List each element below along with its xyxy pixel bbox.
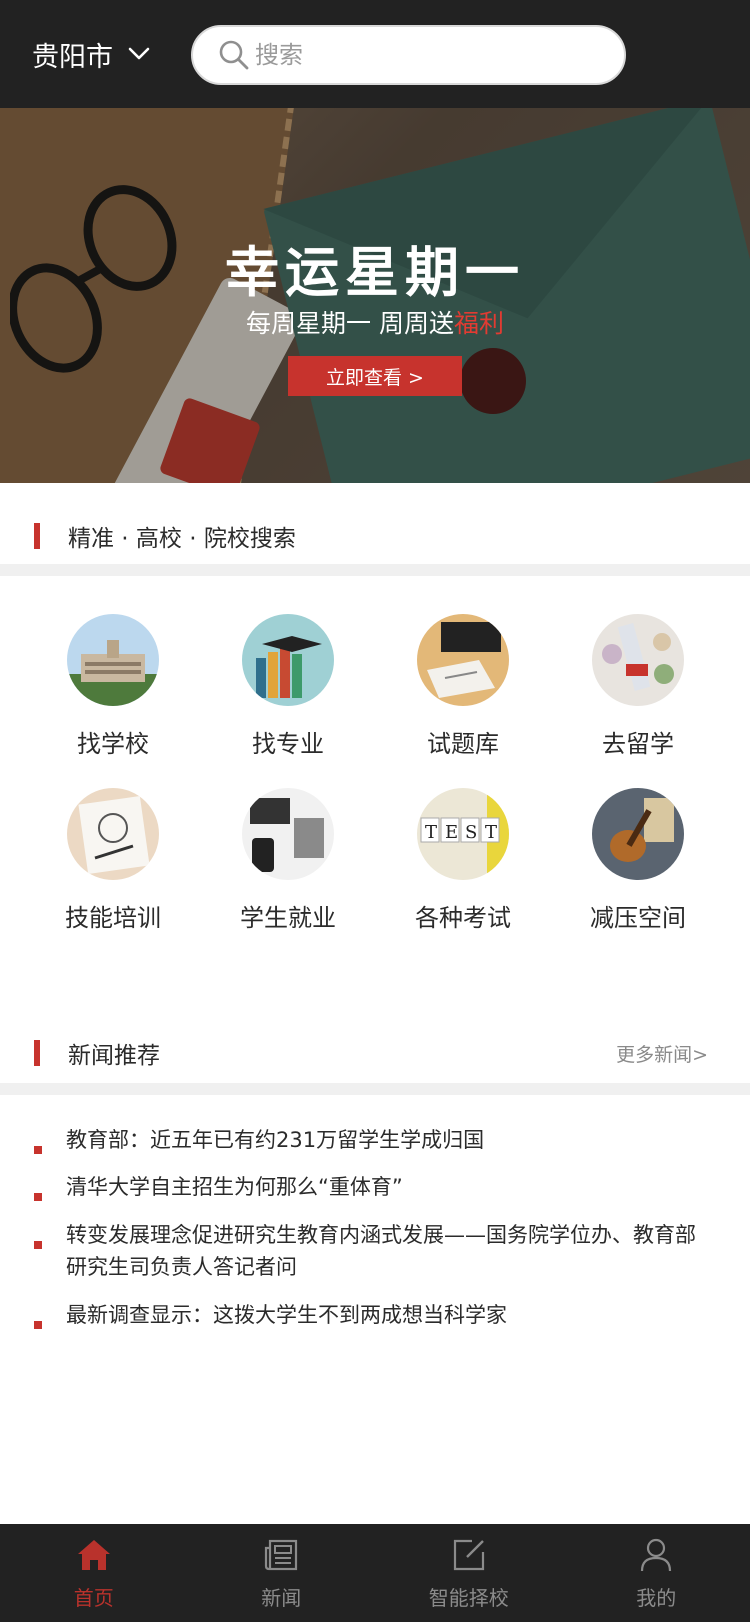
grid-item-label: 去留学 xyxy=(602,730,674,758)
section-accent-bar xyxy=(34,1040,40,1066)
tab-label: 新闻 xyxy=(261,1586,302,1610)
city-selector[interactable]: 贵阳市 xyxy=(32,32,151,76)
section-title: 精准 · 高校 · 院校搜索 xyxy=(68,526,296,552)
grid-item-label: 找学校 xyxy=(77,730,149,758)
tab-smart-school-select[interactable]: 智能择校 xyxy=(375,1524,563,1622)
svg-text:T: T xyxy=(485,822,497,843)
grid-item-label: 学生就业 xyxy=(240,904,336,932)
sketch-notebook-icon xyxy=(67,788,159,880)
edit-square-icon xyxy=(453,1539,484,1571)
search-input[interactable] xyxy=(255,41,595,69)
school-search-section-header: 精准 · 高校 · 院校搜索 xyxy=(0,506,750,566)
grid-item-find-school[interactable]: 找学校 xyxy=(38,614,188,759)
svg-text:E: E xyxy=(445,822,458,843)
grid-item-label: 减压空间 xyxy=(590,904,686,932)
news-item[interactable]: 转变发展理念促进研究生教育内涵式发展——国务院学位办、教育部研究生司负责人答记者… xyxy=(34,1219,724,1283)
news-headline: 最新调查显示：这拨大学生不到两成想当科学家 xyxy=(66,1303,507,1327)
tab-news[interactable]: 新闻 xyxy=(188,1524,376,1622)
grid-item-student-employment[interactable]: 学生就业 xyxy=(213,788,363,933)
grid-item-relax-space[interactable]: 减压空间 xyxy=(563,788,713,933)
chevron-down-icon xyxy=(128,47,150,60)
grid-item-label: 各种考试 xyxy=(415,904,511,932)
news-item[interactable]: 教育部：近五年已有约231万留学生学成归国 xyxy=(34,1124,724,1156)
search-icon xyxy=(219,40,249,70)
news-item[interactable]: 清华大学自主招生为何那么“重体育” xyxy=(34,1171,724,1203)
top-header: 贵阳市 xyxy=(0,0,750,108)
search-bar[interactable] xyxy=(191,25,626,85)
tab-label: 智能择校 xyxy=(428,1586,509,1610)
banner-subtitle-highlight: 福利 xyxy=(453,309,504,338)
news-headline: 清华大学自主招生为何那么“重体育” xyxy=(66,1175,403,1199)
city-label: 贵阳市 xyxy=(32,41,113,73)
laptop-workspace-icon xyxy=(242,788,334,880)
bottom-tab-bar: 首页 新闻 智能择校 我的 xyxy=(0,1524,750,1622)
banner-subtitle: 每周星期一 周周送福利 xyxy=(246,309,504,338)
banner-title: 幸运星期一 xyxy=(225,241,525,304)
bullet-icon xyxy=(34,1241,42,1249)
grid-item-skill-training[interactable]: 技能培训 xyxy=(38,788,188,933)
svg-text:S: S xyxy=(465,822,477,843)
grid-item-study-abroad[interactable]: 去留学 xyxy=(563,614,713,759)
tab-profile[interactable]: 我的 xyxy=(563,1524,750,1622)
tab-home[interactable]: 首页 xyxy=(0,1524,188,1622)
promo-banner[interactable]: 幸运星期一 每周星期一 周周送福利 立即查看 > xyxy=(0,108,750,483)
test-letters-icon: T E S T xyxy=(417,788,509,880)
diploma-flowers-icon xyxy=(592,614,684,706)
divider xyxy=(0,1083,750,1095)
bullet-icon xyxy=(34,1193,42,1201)
grid-item-label: 技能培训 xyxy=(65,904,161,932)
section-accent-bar xyxy=(34,523,40,549)
grid-item-label: 找专业 xyxy=(252,730,324,758)
view-now-button[interactable]: 立即查看 > xyxy=(288,356,462,396)
news-section-header: 新闻推荐 更多新闻> xyxy=(0,1023,750,1083)
more-news-link[interactable]: 更多新闻> xyxy=(616,1040,708,1067)
desk-papers-icon xyxy=(417,614,509,706)
campus-building-icon xyxy=(67,614,159,706)
divider xyxy=(0,564,750,576)
svg-text:T: T xyxy=(425,822,437,843)
grid-item-label: 试题库 xyxy=(427,730,499,758)
home-icon xyxy=(77,1540,110,1570)
section-title: 新闻推荐 xyxy=(68,1043,160,1069)
grid-item-find-major[interactable]: 找专业 xyxy=(213,614,363,759)
bullet-icon xyxy=(34,1321,42,1329)
newspaper-icon xyxy=(265,1539,298,1571)
news-item[interactable]: 最新调查显示：这拨大学生不到两成想当科学家 xyxy=(34,1299,724,1331)
guitar-icon xyxy=(592,788,684,880)
tab-label: 我的 xyxy=(636,1586,677,1610)
tab-label: 首页 xyxy=(73,1586,114,1610)
grid-item-various-exams[interactable]: T E S T 各种考试 xyxy=(388,788,538,933)
news-headline: 转变发展理念促进研究生教育内涵式发展——国务院学位办、教育部研究生司负责人答记者… xyxy=(66,1223,696,1279)
bullet-icon xyxy=(34,1146,42,1154)
books-graduation-cap-icon xyxy=(242,614,334,706)
user-icon xyxy=(641,1538,672,1572)
grid-item-question-bank[interactable]: 试题库 xyxy=(388,614,538,759)
news-headline: 教育部：近五年已有约231万留学生学成归国 xyxy=(66,1128,485,1152)
